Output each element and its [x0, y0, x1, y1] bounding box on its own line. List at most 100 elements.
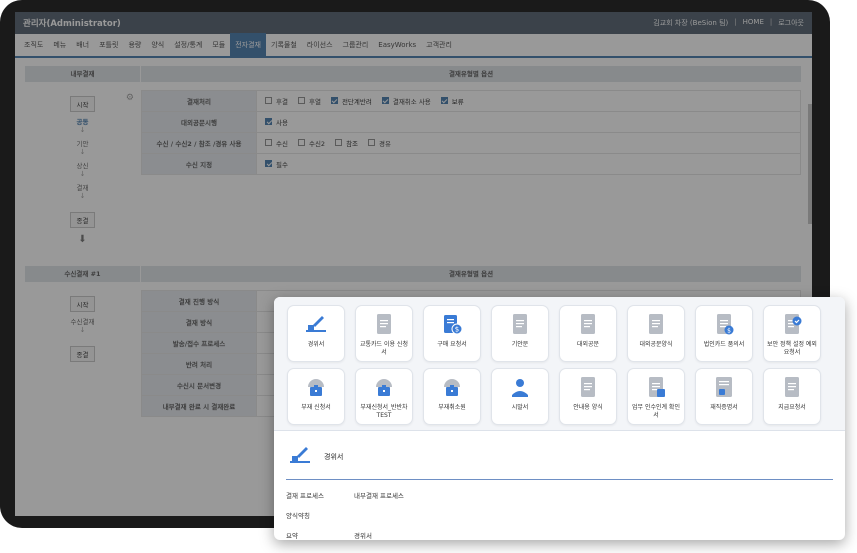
menu-item[interactable]: 포틀릿: [94, 33, 123, 57]
form-tile[interactable]: 교통카드 이용 신청서: [355, 305, 413, 362]
form-tile-name: 업무 인수인계 확인서: [632, 404, 680, 419]
option-checkbox[interactable]: 사용: [265, 117, 288, 127]
checkbox-icon[interactable]: [335, 139, 343, 147]
menu-item[interactable]: 기록물철: [266, 33, 302, 57]
option-checkbox[interactable]: 후결: [265, 96, 288, 106]
form-tile[interactable]: 시말서: [491, 368, 549, 425]
option-values: 후결 후열 전단계반려 결재취소 사용 보류: [256, 90, 801, 112]
gear-icon[interactable]: ⚙: [126, 93, 134, 103]
user-info: 김교회 차장 (BeSion 팀): [653, 19, 729, 27]
menu-item[interactable]: 모듈: [207, 33, 230, 57]
flow-steps: 수신결재 ↓: [25, 316, 140, 334]
start-button[interactable]: 시작: [69, 96, 96, 112]
form-tile[interactable]: 재직증명서: [695, 368, 753, 425]
field-label: 결재 프로세스: [286, 492, 324, 500]
checkbox-icon[interactable]: [368, 139, 376, 147]
menu-item[interactable]: 조직도: [19, 33, 48, 57]
option-checkbox[interactable]: 필수: [265, 159, 288, 169]
menu-item[interactable]: 전자결재: [230, 33, 266, 57]
checkbox-icon[interactable]: [265, 97, 272, 105]
form-row: 경위서 교통카드 이용 신청서 $ 구매 요청서 기안문 대외공문 대외공문양식 $ 법인카드 …: [287, 305, 837, 362]
option-values: 수신 수신2 참조 경유: [256, 132, 801, 154]
option-checkbox[interactable]: 수신: [265, 138, 288, 148]
form-tile[interactable]: $ 구매 요청서: [423, 305, 481, 362]
menu-item[interactable]: 배너: [71, 33, 94, 57]
svg-text:$: $: [455, 326, 459, 334]
option-checkbox[interactable]: 후열: [297, 96, 321, 106]
document-icon: [576, 375, 600, 399]
flow-step[interactable]: 기안: [25, 138, 140, 148]
checkbox-label: 수신: [276, 139, 288, 148]
certificate-icon: [712, 375, 736, 399]
flow-steps: 공동 ↓ 기안 ↓ 상신 ↓ 결재 ↓: [25, 116, 140, 200]
checkbox-icon[interactable]: [440, 97, 448, 105]
option-checkbox[interactable]: 보류: [440, 96, 464, 106]
form-tile[interactable]: 부재 신청서: [287, 368, 345, 425]
checkbox-label: 보류: [451, 97, 464, 106]
option-checkbox[interactable]: 결재취소 사용: [381, 96, 431, 106]
form-tile[interactable]: 보안 정책 설정 예외 요청서: [763, 305, 821, 362]
checkbox-icon[interactable]: [265, 139, 272, 147]
form-tile-name: 경위서: [307, 341, 325, 348]
form-tile[interactable]: $ 법인카드 품의서: [695, 305, 753, 362]
form-tile-name: 대외공문양식: [639, 341, 673, 348]
start-button[interactable]: 시작: [69, 296, 96, 312]
checkbox-icon[interactable]: [381, 97, 389, 105]
flow-step[interactable]: 결재: [25, 182, 140, 192]
checkbox-label: 경유: [379, 139, 392, 148]
svg-text:$: $: [727, 328, 731, 335]
form-tile[interactable]: 경위서: [287, 305, 345, 362]
flow-step[interactable]: 수신결재: [25, 316, 140, 326]
form-tile-name: 부재신청서_반반차 TEST: [360, 404, 408, 419]
logout-link[interactable]: 로그아웃: [778, 18, 804, 28]
end-button[interactable]: 종결: [69, 212, 96, 228]
form-tile[interactable]: 기안문: [491, 305, 549, 362]
field-value: 내부결재 프로세스: [354, 492, 404, 500]
menu-item[interactable]: 용량: [123, 33, 146, 57]
option-checkbox[interactable]: 경유: [368, 138, 391, 148]
checkbox-icon[interactable]: [330, 97, 338, 105]
form-tile[interactable]: 부재취소원: [423, 368, 481, 425]
menu-item[interactable]: 설정/통계: [169, 33, 207, 57]
checkbox-icon[interactable]: [265, 160, 272, 168]
option-row: 수신 지정 필수: [141, 153, 801, 175]
form-tile[interactable]: 업무 인수인계 확인서: [627, 368, 685, 425]
end-button[interactable]: 종결: [69, 346, 96, 362]
menu-item[interactable]: 고객관리: [421, 33, 457, 57]
top-bar: 관리자(Administrator) 김교회 차장 (BeSion 팀) | H…: [15, 12, 812, 34]
arrow-down-icon: ⬇: [78, 234, 87, 245]
option-label: 결재 방식: [141, 311, 257, 333]
form-tile[interactable]: 안내용 양식: [559, 368, 617, 425]
form-tile-name: 재직증명서: [710, 404, 738, 411]
handover-icon: [644, 375, 668, 399]
flow-step[interactable]: 공동: [25, 116, 140, 126]
menu-item[interactable]: EasyWorks: [373, 33, 421, 57]
form-tile[interactable]: 대외공문: [559, 305, 617, 362]
checkbox-icon[interactable]: [297, 97, 305, 105]
menu-item[interactable]: 라이선스: [302, 33, 338, 57]
menu-item[interactable]: 그룹관리: [338, 33, 374, 57]
form-tile[interactable]: 대외공문양식: [627, 305, 685, 362]
document-icon: [576, 312, 600, 336]
detail-title: 경위서: [324, 453, 344, 461]
form-tile[interactable]: 부재신청서_반반차 TEST: [355, 368, 413, 425]
checkbox-icon[interactable]: [265, 118, 272, 126]
checkbox-icon[interactable]: [297, 139, 305, 147]
form-tile-name: 기안문: [511, 341, 529, 348]
option-label: 대외공문시행: [141, 111, 257, 133]
checkbox-label: 사용: [276, 118, 288, 127]
form-tile[interactable]: 지급요청서: [763, 368, 821, 425]
field-value: 경위서: [354, 532, 372, 540]
menu-item[interactable]: 메뉴: [48, 33, 71, 57]
option-label: 반려 처리: [141, 353, 257, 375]
option-checkbox[interactable]: 참조: [335, 138, 358, 148]
flow-step[interactable]: 상신: [25, 160, 140, 170]
scrollbar[interactable]: [808, 104, 812, 224]
person-icon: [508, 375, 532, 399]
option-checkbox[interactable]: 수신2: [297, 138, 325, 148]
document-icon: [372, 312, 396, 336]
menu-item[interactable]: 양식: [146, 33, 169, 57]
home-link[interactable]: HOME: [743, 18, 764, 28]
form-grid: 경위서 교통카드 이용 신청서 $ 구매 요청서 기안문 대외공문 대외공문양식 $ 법인카드 …: [274, 297, 845, 431]
option-checkbox[interactable]: 전단계반려: [330, 96, 372, 106]
